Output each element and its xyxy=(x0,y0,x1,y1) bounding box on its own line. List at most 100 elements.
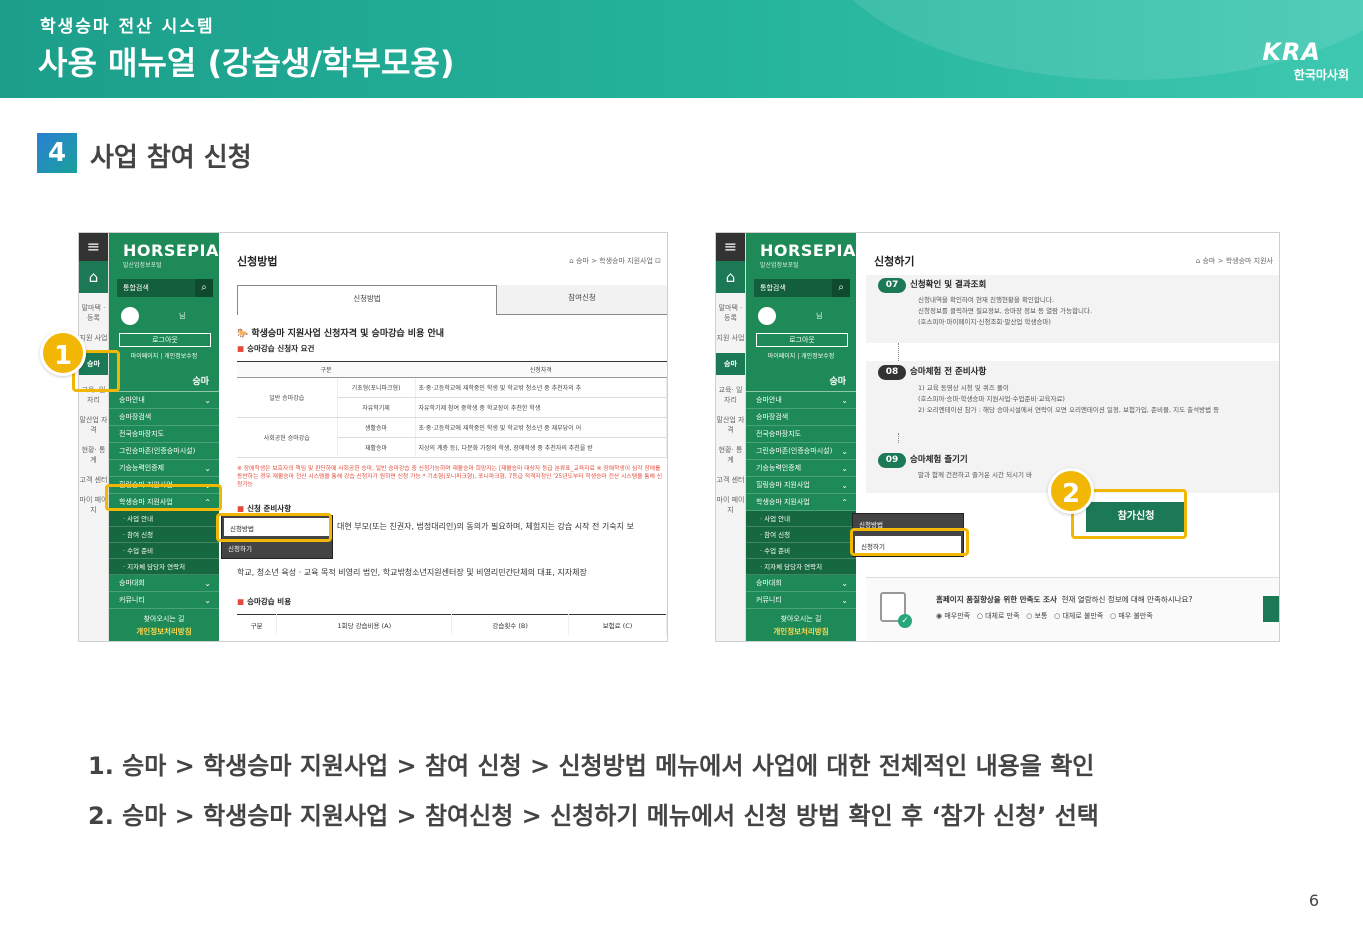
survey-question: 홈페이지 품질향상을 위한 만족도 조사 현재 열람하신 정보에 대해 만족하시… xyxy=(936,595,1193,604)
tabs: 신청방법 참여신청 xyxy=(237,285,667,315)
menu-item[interactable]: 승마대회 ⌄ xyxy=(746,575,856,592)
menu-item[interactable]: 힐링승마 지원사업 ⌄ xyxy=(746,477,856,494)
logout-button[interactable]: 로그아웃 xyxy=(756,333,848,347)
survey-option[interactable]: ○ 대체로 불만족 xyxy=(1054,612,1103,620)
step-badge-1: 1 xyxy=(40,330,86,376)
avatar xyxy=(758,307,776,325)
menu-item[interactable]: 승마대회 ⌄ xyxy=(109,575,219,592)
description-2: 2. 승마 > 학생승마 지원사업 > 참여신청 > 신청하기 메뉴에서 신청 … xyxy=(88,802,1099,830)
nav-item[interactable]: 말산업 자격 xyxy=(79,415,108,435)
survey-option[interactable]: ○ 매우 불만족 xyxy=(1110,612,1153,620)
table-row: 일반 승마강습 기초형(포니파크형) 초·중·고등학교에 재학중인 학생 및 학… xyxy=(237,377,667,418)
step-connector xyxy=(898,343,899,363)
brand-subtitle: 말산업정보포털 xyxy=(123,262,162,269)
table-header: 강습횟수 (B) xyxy=(451,614,570,635)
nav-item[interactable]: 마이 페이지 xyxy=(716,495,745,515)
directions-link[interactable]: 찾아오시는 길 xyxy=(781,615,822,623)
menu-item[interactable]: 그린승마존(인증승마시설) ⌄ xyxy=(746,443,856,460)
submenu-item[interactable]: · 사업 안내 xyxy=(109,511,219,527)
nav-item[interactable]: 말마택 ·등록 xyxy=(79,303,108,323)
cost-table: 구분 1회당 강습비용 (A) 강습횟수 (B) 보험료 (C) xyxy=(237,614,667,635)
brand-logo[interactable]: HORSEPIA xyxy=(109,233,219,260)
submenu-item[interactable]: · 수업 준비 xyxy=(746,543,856,559)
submenu-item-apply[interactable]: · 참여 신청 xyxy=(746,527,856,543)
step-08-body: 1) 교육 동영상 시청 및 퀴즈 풀이 (호스피아·승마·학생승마 지원사업·… xyxy=(918,384,1220,414)
menu-item[interactable]: 승마안내 ⌄ xyxy=(746,392,856,409)
chevron-icon: ⌄ xyxy=(204,396,211,405)
submenu-item-apply[interactable]: · 참여 신청 xyxy=(109,527,219,543)
screenshot-apply-method: ≡ ⌂ 말마택 ·등록 지원 사업 승마 교육· 일자리 말산업 자격 현황· … xyxy=(78,232,668,642)
icon-nav: ≡ ⌂ 말마택 ·등록 지원 사업 승마 교육· 일자리 말산업 자격 현황· … xyxy=(79,233,109,641)
my-links[interactable]: 마이페이지 | 개인정보수정 xyxy=(746,351,856,360)
search-icon[interactable]: ⌕ xyxy=(832,279,850,297)
hamburger-icon[interactable]: ≡ xyxy=(79,233,108,261)
survey-option[interactable]: ○ 보통 xyxy=(1026,612,1047,620)
brand-logo[interactable]: HORSEPIA xyxy=(746,233,856,260)
nav-item[interactable]: 고객 센터 xyxy=(79,475,108,485)
menu-item[interactable]: 커뮤니티 ⌄ xyxy=(109,592,219,609)
table-header: 구분 xyxy=(237,614,278,635)
menu-item[interactable]: 승마장검색 xyxy=(109,409,219,426)
kra-logo: KRA 한국마사회 xyxy=(1249,38,1349,88)
survey-option[interactable]: ○ 대체로 만족 xyxy=(977,612,1020,620)
nav-item-horse[interactable]: 승마 xyxy=(716,353,745,375)
menu-item[interactable]: 기승능력인증제 ⌄ xyxy=(109,460,219,477)
submenu-item[interactable]: · 지자체 담당자 연락처 xyxy=(109,559,219,575)
search-input[interactable]: 통합검색 ⌕ xyxy=(754,279,850,297)
avatar xyxy=(121,307,139,325)
home-icon[interactable]: ⌂ xyxy=(79,261,108,293)
nav-item[interactable]: 지원 사업 xyxy=(716,333,745,343)
nav-item[interactable]: 교육· 일자리 xyxy=(716,385,745,405)
nav-item[interactable]: 말산업 자격 xyxy=(716,415,745,435)
hamburger-icon[interactable]: ≡ xyxy=(716,233,745,261)
step-09: 09 승마체험 즐기기 xyxy=(878,453,968,468)
menu-item[interactable]: 승마안내 ⌄ xyxy=(109,392,219,409)
home-icon[interactable]: ⌂ xyxy=(716,261,745,293)
my-links[interactable]: 마이페이지 | 개인정보수정 xyxy=(109,351,219,360)
menu-item[interactable]: 기승능력인증제 ⌄ xyxy=(746,460,856,477)
table-row: 사회공헌 승마강습 생활승마 초·중·고등학교에 재학중인 학생 및 학교밖 청… xyxy=(237,417,667,458)
search-label: 통합검색 xyxy=(760,284,786,292)
menu-item[interactable]: 전국승마장지도 xyxy=(109,426,219,443)
warning-note: ※ 장애학생은 보호자의 책임 및 판단하에 사회공헌 승마, 일반 승마강습 … xyxy=(237,466,663,488)
nav-item[interactable]: 현황· 통계 xyxy=(716,445,745,465)
menu-group-title: 승마 xyxy=(109,360,219,392)
clipboard-check-icon xyxy=(880,592,912,628)
sidebar-footer: 찾아오시는 길개인정보처리방침 xyxy=(109,614,219,637)
horse-icon: 🐎 xyxy=(237,329,249,339)
logout-button[interactable]: 로그아웃 xyxy=(119,333,211,347)
submenu-item[interactable]: · 지자체 담당자 연락처 xyxy=(746,559,856,575)
submenu-item[interactable]: · 수업 준비 xyxy=(109,543,219,559)
search-icon[interactable]: ⌕ xyxy=(195,279,213,297)
menu-item[interactable]: 그린승마존(인증승마시설) xyxy=(109,443,219,460)
menu-group-title: 승마 xyxy=(746,360,856,392)
search-input[interactable]: 통합검색 ⌕ xyxy=(117,279,213,297)
survey-submit-button[interactable] xyxy=(1263,596,1279,622)
logo-text: 한국마사회 xyxy=(1293,68,1349,82)
chevron-icon: ⌄ xyxy=(204,579,211,588)
directions-link[interactable]: 찾아오시는 길 xyxy=(144,615,185,623)
content: 신청방법 ⌂ 승마 > 학생승마 지원사업 ⊡ 신청방법 참여신청 🐎 학생승마… xyxy=(229,233,667,641)
page-number: 6 xyxy=(1308,891,1319,910)
menu-item-student-riding[interactable]: 학생승마 지원사업 ⌃ xyxy=(746,494,856,511)
breadcrumb: ⌂ 승마 > 학생승마 지원사 xyxy=(1195,257,1273,265)
privacy-link[interactable]: 개인정보처리방침 xyxy=(109,626,219,637)
nav-item[interactable]: 현황· 통계 xyxy=(79,445,108,465)
survey-option[interactable]: ◉ 매우만족 xyxy=(936,612,970,620)
menu-item[interactable]: 커뮤니티 ⌄ xyxy=(746,592,856,609)
nav-item[interactable]: 마이 페이지 xyxy=(79,495,108,515)
icon-nav: ≡ ⌂ 말마택 ·등록 지원 사업 승마 교육· 일자리 말산업 자격 현황· … xyxy=(716,233,746,641)
survey-options: ◉ 매우만족 ○ 대체로 만족 ○ 보통 ○ 대체로 불만족 ○ 매우 불만족 xyxy=(936,611,1153,621)
chevron-icon: ⌄ xyxy=(204,596,211,605)
nav-item[interactable]: 고객 센터 xyxy=(716,475,745,485)
tab-apply-method[interactable]: 신청방법 xyxy=(237,285,497,315)
nav-item[interactable]: 말마택 ·등록 xyxy=(716,303,745,323)
privacy-link[interactable]: 개인정보처리방침 xyxy=(746,626,856,637)
tab-participate[interactable]: 참여신청 xyxy=(497,285,667,315)
header-title: 사용 매뉴얼 (강습생/학부모용) xyxy=(38,44,455,82)
menu-item[interactable]: 전국승마장지도 xyxy=(746,426,856,443)
menu-item[interactable]: 승마장검색 xyxy=(746,409,856,426)
highlight-student-riding-menu xyxy=(105,484,222,511)
chevron-icon: ⌄ xyxy=(841,396,848,405)
submenu-item[interactable]: · 사업 안내 xyxy=(746,511,856,527)
